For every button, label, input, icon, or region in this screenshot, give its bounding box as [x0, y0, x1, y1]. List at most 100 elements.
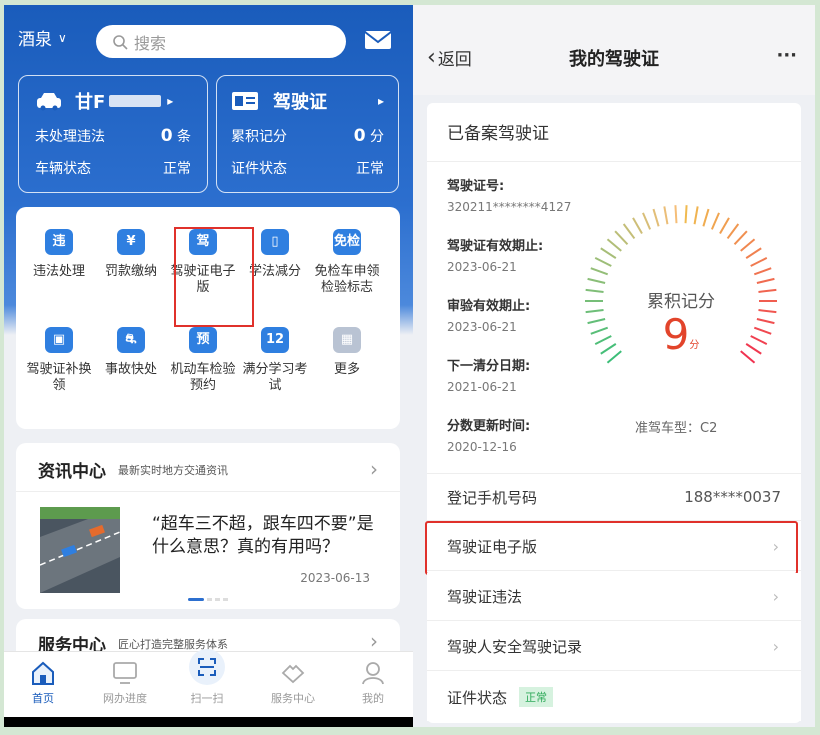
gauge-tick	[663, 206, 669, 225]
gauge-tick	[594, 335, 612, 345]
field-value: 2023-06-21	[447, 260, 517, 274]
nav-scan[interactable]: 扫一扫	[174, 648, 240, 706]
license-title: 驾驶证	[273, 92, 327, 113]
plate-number: 甘F	[75, 92, 106, 113]
gauge-tick	[587, 318, 606, 325]
gauge-tick	[606, 350, 622, 364]
user-icon	[362, 662, 384, 685]
grid-item-7[interactable]: 预机动车检验预约	[168, 327, 238, 394]
more-button[interactable]: ···	[776, 45, 797, 66]
grid-label: 驾驶证补换领	[26, 362, 92, 393]
field-value: 2021-06-21	[447, 380, 517, 394]
nav-mine[interactable]: 我的	[340, 660, 406, 706]
grid-icon: ¥	[117, 229, 145, 255]
gauge-tick	[632, 217, 643, 234]
gauge-tick	[756, 277, 775, 284]
gauge-tick	[590, 326, 609, 335]
violation-count: 0	[160, 126, 173, 146]
chevron-right-icon: ›	[772, 587, 779, 606]
field-value: 2023-06-21	[447, 320, 517, 334]
news-headline[interactable]: “超车三不超，跟车四不要”是什么意思？真的有用吗？	[152, 513, 387, 559]
monitor-icon	[113, 662, 137, 684]
gauge-tick	[585, 288, 604, 293]
gauge-tick	[733, 230, 748, 245]
grid-item-5[interactable]: ▣ 驾驶证补换领	[24, 327, 94, 394]
field-value: 320211********4127	[447, 200, 572, 214]
car-icon	[37, 93, 61, 111]
grid-icon: ▦	[333, 327, 361, 353]
cert-status-label: 证件状态	[447, 688, 508, 707]
gauge-tick	[758, 288, 777, 293]
nav-label: 网办进度	[103, 692, 147, 705]
vehicle-card[interactable]: 甘F ▸ 未处理违法 0 条 车辆状态 正常	[18, 75, 208, 193]
news-date: 2023-06-13	[300, 571, 370, 585]
city-name: 酒泉	[18, 30, 52, 50]
gauge-tick	[745, 247, 762, 259]
grid-item-4[interactable]: 免检 免检车申领检验标志	[312, 229, 382, 296]
nav-progress[interactable]: 网办进度	[92, 660, 158, 706]
highlight-box	[174, 227, 254, 327]
chevron-right-icon: ▸	[167, 94, 174, 108]
grid-icon: ⛐	[117, 327, 145, 353]
nav-label: 我的	[362, 692, 384, 705]
search-icon	[113, 34, 128, 50]
gauge-tick	[674, 205, 678, 224]
phone-row[interactable]: 登记手机号码 188****0037	[427, 473, 801, 521]
gauge-tick	[740, 350, 756, 364]
license-no-field: 驾驶证号: 320211********4127	[447, 177, 571, 217]
chevron-right-icon[interactable]: ›	[370, 629, 378, 653]
right-screen: ‹ 返回 我的驾驶证 ··· 已备案驾驶证 驾驶证号: 320211******…	[413, 5, 815, 727]
gauge-value: 9 分	[631, 311, 731, 359]
grid-icon: ▣	[45, 327, 73, 353]
news-card[interactable]: 资讯中心 最新实时地方交通资讯 › “超车三不超，跟车四不要”是什么意思？真的有…	[16, 443, 400, 609]
back-button[interactable]: ‹ 返回	[427, 45, 472, 70]
vehicle-status-value: 正常	[163, 161, 191, 177]
gauge-tick	[753, 267, 772, 276]
gauge-tick	[606, 238, 622, 252]
chevron-right-icon: ›	[772, 637, 779, 656]
chevron-left-icon: ‹	[427, 45, 436, 70]
license-expiry-field: 驾驶证有效期止: 2023-06-21	[447, 237, 543, 277]
mail-icon[interactable]	[364, 29, 392, 51]
services-grid: 违违法处理 ¥ 罚款缴纳驾驾驶证电子版 ▯ 学法减分 免检 免检车申领检验标志 ▣ 驾驶证补换领…	[16, 207, 400, 429]
gauge-tick	[702, 208, 710, 227]
gauge-tick	[740, 238, 756, 252]
grid-item-9[interactable]: ▦ 更多	[312, 327, 382, 378]
grid-item-1[interactable]: ¥ 罚款缴纳	[96, 229, 166, 280]
chevron-right-icon[interactable]: ›	[370, 457, 378, 481]
left-screen: 酒泉 ∨ 搜索 甘F ▸ 未处理违法 0 条 车辆状态 正常 驾驶证 ▸ 累积记…	[4, 5, 413, 727]
city-selector[interactable]: 酒泉 ∨	[18, 25, 67, 50]
grid-item-6[interactable]: ⛐ 事故快处	[96, 327, 166, 378]
update-time-field: 分数更新时间: 2020-12-16	[447, 417, 530, 457]
grid-icon: ▯	[261, 229, 289, 255]
gauge-tick	[614, 230, 629, 245]
gauge-tick	[756, 318, 775, 325]
highlight-box	[425, 521, 798, 575]
menu-label: 驾驶人安全驾驶记录	[447, 638, 583, 656]
menu-safety-record[interactable]: 驾驶人安全驾驶记录 ›	[427, 623, 801, 671]
menu-label: 驾驶证违法	[447, 588, 523, 606]
menu-violations[interactable]: 驾驶证违法 ›	[427, 573, 801, 621]
nav-service[interactable]: 服务中心	[260, 660, 326, 706]
grid-item-8[interactable]: 12 满分学习考试	[240, 327, 310, 394]
gauge-tick	[684, 205, 688, 224]
license-card[interactable]: 驾驶证 ▸ 累积记分 0 分 证件状态 正常	[216, 75, 399, 193]
vehicle-status-label: 车辆状态	[35, 161, 91, 177]
field-key: 下一清分日期:	[447, 359, 531, 374]
gauge-tick	[622, 223, 636, 240]
gauge-tick	[745, 343, 762, 355]
field-key: 驾驶证有效期止:	[447, 239, 544, 254]
search-bar[interactable]: 搜索	[96, 25, 346, 58]
gauge-tick	[753, 326, 772, 335]
gauge-tick	[652, 208, 660, 227]
grid-icon: 预	[189, 327, 217, 353]
grid-label: 事故快处	[104, 362, 157, 377]
search-placeholder: 搜索	[134, 33, 167, 53]
nav-label: 首页	[32, 692, 54, 705]
grid-label: 满分学习考试	[242, 362, 308, 393]
nav-home[interactable]: 首页	[10, 660, 76, 706]
handshake-icon	[281, 664, 305, 684]
bottom-nav: 首页 网办进度 扫一扫 服务中心 我的	[4, 648, 413, 717]
news-subtitle: 最新实时地方交通资讯	[118, 463, 228, 477]
grid-item-0[interactable]: 违违法处理	[24, 229, 94, 280]
